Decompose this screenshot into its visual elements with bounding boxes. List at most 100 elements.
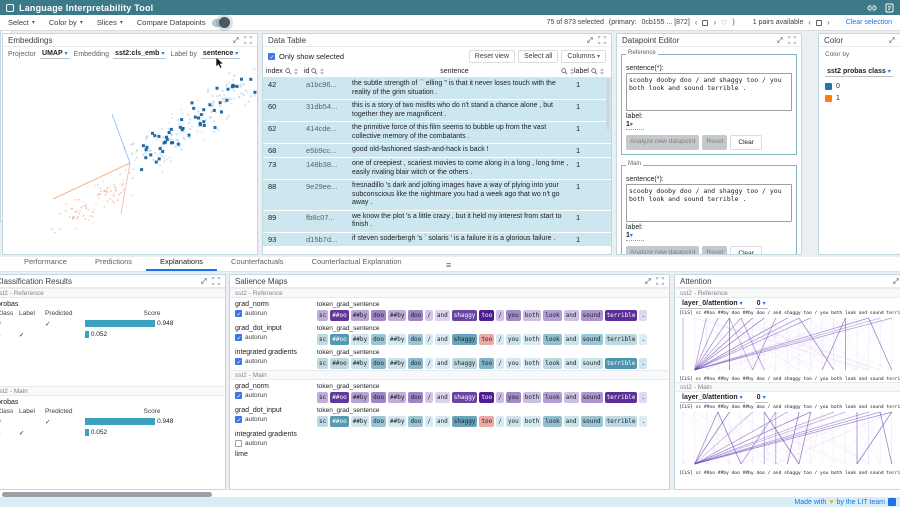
token-chip[interactable]: sound (581, 358, 603, 369)
token-chip[interactable]: terrible (605, 334, 638, 345)
token-chip[interactable]: doo (408, 310, 423, 321)
token-chip[interactable]: both (523, 334, 541, 345)
toggle-switch-icon[interactable] (212, 19, 229, 27)
token-chip[interactable]: / (496, 416, 504, 427)
token-chip[interactable]: shaggy (452, 416, 478, 427)
sort-icon[interactable] (294, 68, 298, 75)
token-chip[interactable]: doo (408, 392, 423, 403)
popout-icon[interactable] (200, 277, 208, 285)
table-row[interactable]: 73148b38...one of creepiest , scariest m… (263, 158, 611, 180)
token-chip[interactable]: and (564, 392, 579, 403)
analyze-new-datapoint-button[interactable]: Analyze new datapoint (626, 246, 699, 255)
embedding-select[interactable]: sst2:cls_emb▾ (113, 50, 166, 59)
probas-row[interactable]: 0✓0.948 (0, 318, 225, 329)
popout-icon[interactable] (644, 277, 652, 285)
table-row[interactable]: 93d15b7d...if steven soderbergh 's ` sol… (263, 233, 611, 247)
token-chip[interactable]: doo (371, 310, 386, 321)
label-select[interactable]: 1▾ (626, 232, 644, 241)
table-row[interactable]: 62414cde...the primitive force of this f… (263, 122, 611, 144)
token-chip[interactable]: and (435, 358, 450, 369)
probas-row[interactable]: 1✓0.052 (0, 427, 225, 438)
search-icon[interactable] (591, 68, 598, 75)
table-row[interactable]: 68e5b9cc...good old-fashioned slash-and-… (263, 144, 611, 158)
autorun-checkbox[interactable] (235, 310, 242, 317)
token-chip[interactable]: terrible (605, 392, 638, 403)
token-chip[interactable]: / (425, 416, 433, 427)
token-chip[interactable]: ##oo (330, 310, 348, 321)
token-chip[interactable]: too (479, 416, 494, 427)
token-chip[interactable]: / (496, 358, 504, 369)
only-show-selected-checkbox[interactable] (268, 53, 275, 60)
token-chip[interactable]: and (564, 416, 579, 427)
tab-performance[interactable]: Performance (10, 254, 81, 271)
token-chip[interactable]: . (639, 416, 647, 427)
compare-datapoints-toggle[interactable]: Compare Datapoints (137, 18, 229, 27)
token-chip[interactable]: ##by (388, 416, 406, 427)
token-chip[interactable]: ##oo (330, 358, 348, 369)
head-select[interactable]: 0▾ (755, 300, 768, 309)
token-chip[interactable]: / (425, 358, 433, 369)
drag-handle-icon[interactable]: ≡ (446, 260, 451, 270)
token-chip[interactable]: and (435, 392, 450, 403)
token-chip[interactable]: you (506, 416, 521, 427)
token-chip[interactable]: ##oo (330, 392, 348, 403)
token-chip[interactable]: shaggy (452, 310, 478, 321)
head-select[interactable]: 0▾ (755, 394, 768, 403)
tab-counterfactual-explanation[interactable]: Counterfactual Explanation (298, 254, 416, 271)
maximize-icon[interactable] (212, 277, 220, 285)
token-chip[interactable]: sound (581, 416, 603, 427)
token-chip[interactable]: ##by (351, 416, 369, 427)
token-chip[interactable]: ##oo (330, 334, 348, 345)
next-pair-chevron[interactable]: › (827, 18, 830, 27)
select-menu[interactable]: Select▾ (8, 18, 35, 27)
token-chip[interactable]: ##oo (330, 416, 348, 427)
sort-icon[interactable] (320, 68, 324, 75)
sort-icon[interactable] (600, 68, 604, 75)
token-chip[interactable]: you (506, 334, 521, 345)
horizontal-scrollbar-thumb[interactable] (2, 492, 212, 497)
popout-icon[interactable] (586, 36, 594, 44)
token-chip[interactable]: ##by (351, 358, 369, 369)
label-select[interactable]: 1▾ (626, 121, 644, 130)
reset-button[interactable]: Reset (702, 135, 727, 150)
select-all-button[interactable]: Select all (518, 50, 558, 63)
token-chip[interactable]: shaggy (452, 392, 478, 403)
token-chip[interactable]: and (564, 334, 579, 345)
sentence-textarea[interactable]: scooby dooby doo / and shaggy too / you … (626, 184, 792, 222)
token-chip[interactable]: terrible (605, 416, 638, 427)
token-chip[interactable]: ##by (351, 310, 369, 321)
reset-view-button[interactable]: Reset view (469, 50, 515, 63)
autorun-checkbox[interactable] (235, 392, 242, 399)
layer-select[interactable]: layer_0/attention▾ (680, 394, 745, 403)
layer-select[interactable]: layer_0/attention▾ (680, 300, 745, 309)
token-chip[interactable]: too (479, 392, 494, 403)
token-chip[interactable]: too (479, 334, 494, 345)
token-chip[interactable]: look (543, 334, 561, 345)
next-datapoint-chevron[interactable]: › (713, 18, 716, 27)
probas-row[interactable]: 0✓0.948 (0, 416, 225, 427)
token-chip[interactable]: / (425, 334, 433, 345)
token-chip[interactable]: sound (581, 392, 603, 403)
popout-icon[interactable] (232, 36, 240, 44)
token-chip[interactable]: / (425, 392, 433, 403)
umap-scatter-plot[interactable] (3, 62, 257, 252)
color-by-menu[interactable]: Color by▾ (49, 18, 83, 27)
projector-select[interactable]: UMAP▾ (40, 50, 70, 59)
reset-button[interactable]: Reset (702, 246, 727, 255)
analyze-new-datapoint-button[interactable]: Analyze new datapoint (626, 135, 699, 150)
autorun-checkbox[interactable] (235, 416, 242, 423)
table-row[interactable]: 89fb8c07...we know the plot 's a little … (263, 211, 611, 233)
token-chip[interactable]: and (435, 334, 450, 345)
token-chip[interactable]: you (506, 310, 521, 321)
columns-button[interactable]: Columns ▾ (561, 50, 606, 63)
token-chip[interactable]: . (639, 392, 647, 403)
table-row[interactable]: 889e29ee...fresnadillo 's dark and jolti… (263, 180, 611, 211)
token-chip[interactable]: too (479, 310, 494, 321)
token-chip[interactable]: sc (317, 416, 328, 427)
datapoint-box-icon[interactable] (702, 20, 708, 26)
token-chip[interactable]: doo (408, 358, 423, 369)
popout-icon[interactable] (892, 277, 900, 285)
token-chip[interactable]: ##by (351, 334, 369, 345)
token-chip[interactable]: . (639, 310, 647, 321)
token-chip[interactable]: both (523, 416, 541, 427)
